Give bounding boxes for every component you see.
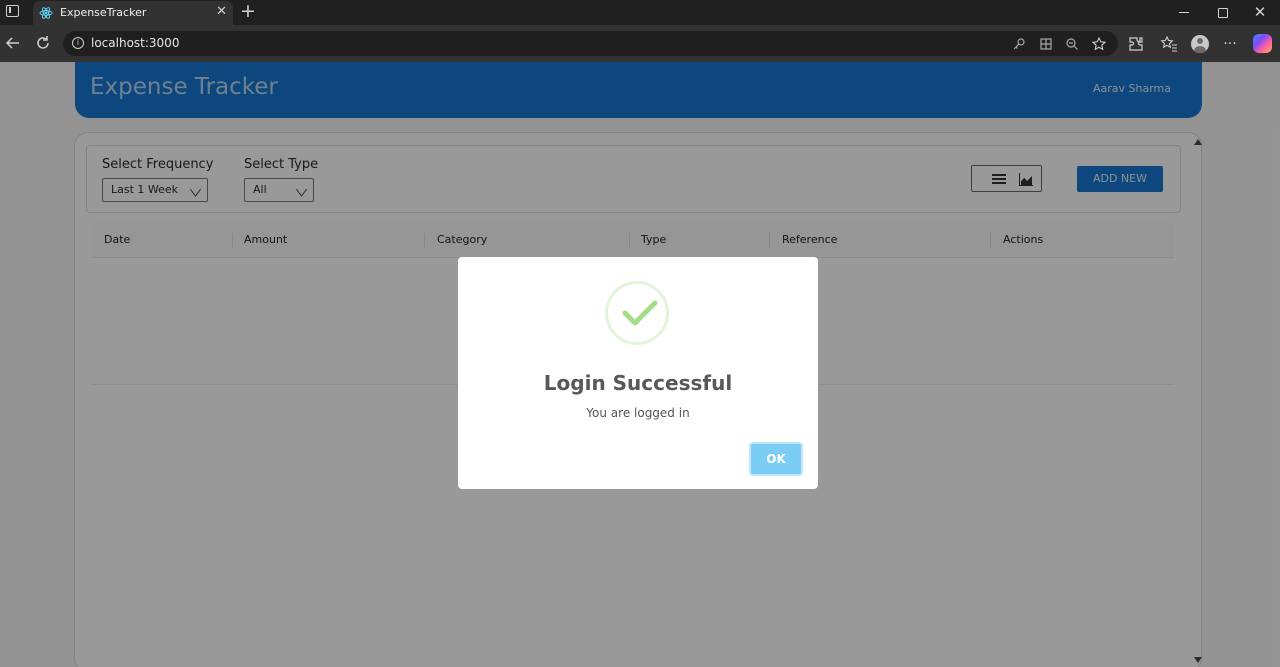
minimize-window-button[interactable] (1175, 4, 1193, 20)
success-ring (605, 281, 669, 345)
page-viewport: Expense Tracker Aarav Sharma Select Freq… (0, 62, 1280, 667)
login-success-dialog: Login Successful You are logged in OK (458, 257, 818, 489)
profile-icon[interactable] (1191, 35, 1209, 53)
favorites-icon[interactable] (1159, 34, 1179, 54)
maximize-window-button[interactable] (1213, 4, 1231, 20)
back-button[interactable] (4, 34, 22, 52)
extensions-icon[interactable] (1126, 34, 1146, 54)
copilot-icon[interactable] (1253, 34, 1272, 53)
grid-icon[interactable] (1038, 36, 1054, 52)
address-bar[interactable]: i localhost:3000 (63, 31, 1118, 56)
reload-icon (37, 36, 49, 49)
browser-tab-strip: ExpenseTracker ✕ + ✕ (0, 0, 1280, 25)
info-icon[interactable]: i (72, 37, 84, 49)
arrow-left-icon (5, 37, 19, 49)
key-icon[interactable] (1011, 36, 1027, 52)
check-icon (622, 300, 658, 326)
dialog-title: Login Successful (543, 371, 733, 395)
url-text[interactable]: localhost:3000 (91, 36, 179, 50)
close-window-button[interactable]: ✕ (1251, 4, 1269, 20)
ok-button[interactable]: OK (749, 442, 803, 476)
dialog-message: You are logged in (586, 406, 690, 420)
zoom-out-icon[interactable] (1064, 36, 1080, 52)
reload-button[interactable] (34, 34, 52, 52)
tab-title: ExpenseTracker (60, 6, 147, 19)
react-logo-icon (39, 7, 53, 19)
star-icon[interactable] (1091, 36, 1107, 52)
browser-tab-active[interactable]: ExpenseTracker ✕ (33, 1, 233, 25)
new-tab-button[interactable]: + (240, 1, 256, 21)
more-icon[interactable]: ··· (1220, 34, 1240, 54)
window-menu-icon[interactable] (6, 5, 19, 17)
tab-close-icon[interactable]: ✕ (216, 4, 227, 20)
browser-toolbar: i localhost:3000 ··· (0, 25, 1280, 62)
